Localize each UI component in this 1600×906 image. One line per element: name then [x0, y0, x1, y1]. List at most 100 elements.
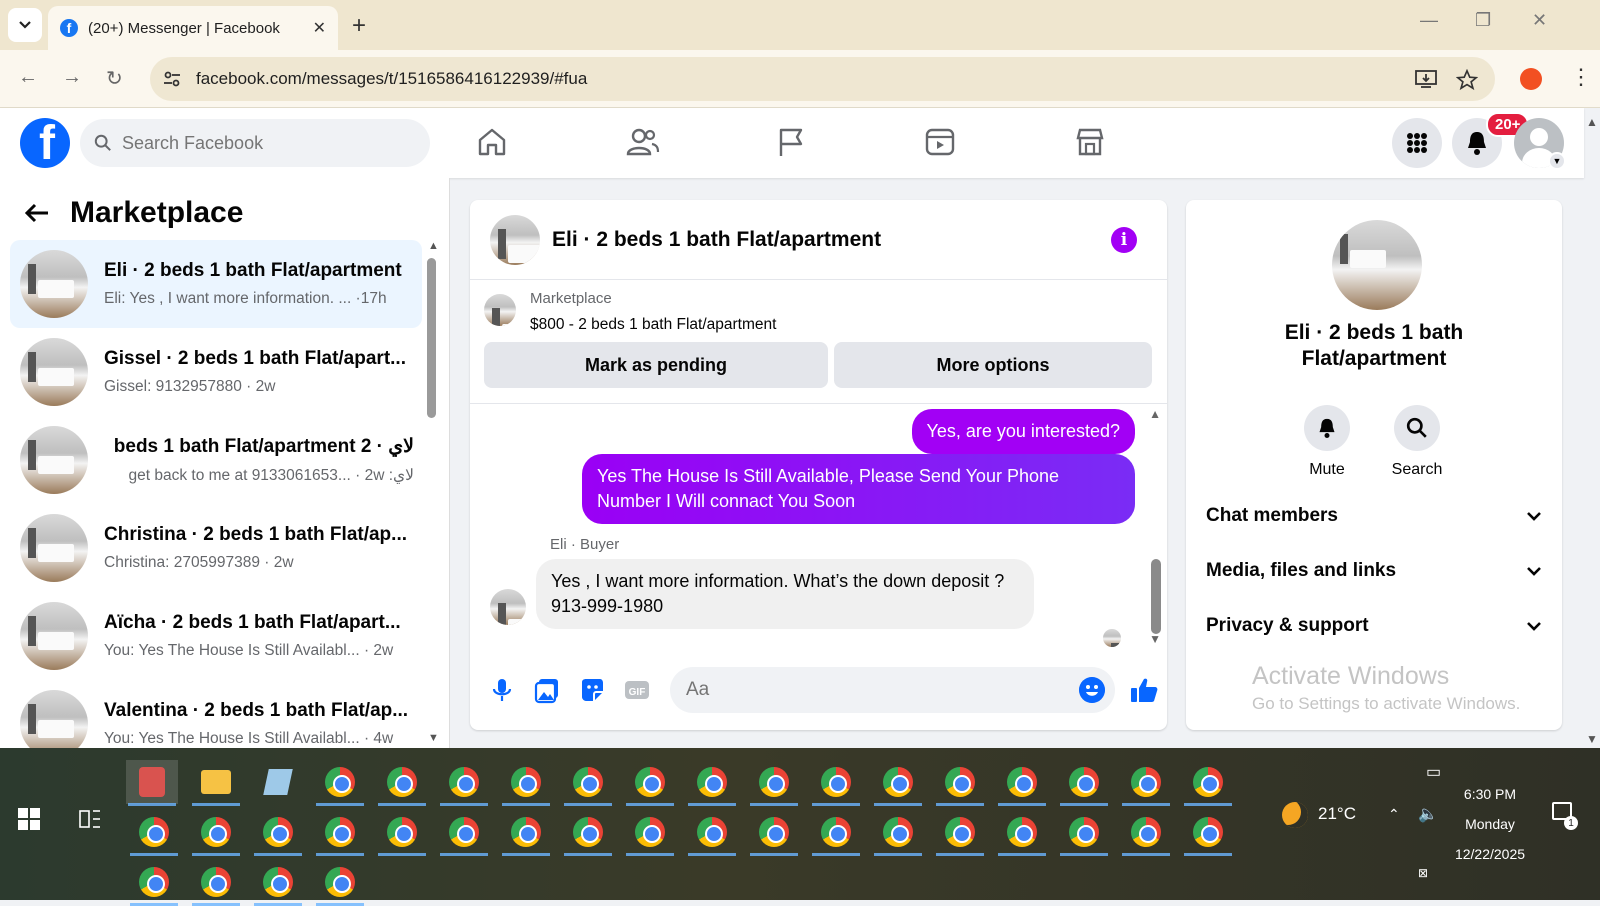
emoji-icon[interactable] [1079, 677, 1105, 703]
taskbar-app-active[interactable] [126, 760, 178, 806]
taskbar-app[interactable] [252, 760, 304, 804]
taskbar-chrome[interactable] [1182, 760, 1234, 806]
info-icon[interactable]: i [1111, 227, 1137, 253]
taskbar-chrome[interactable] [1058, 810, 1110, 856]
restore-button[interactable]: ❐ [1475, 10, 1491, 31]
page-scroll-up-icon[interactable]: ▲ [1586, 115, 1598, 129]
facebook-search-bar[interactable] [80, 119, 430, 167]
new-tab-button[interactable]: + [352, 12, 366, 40]
site-info-icon[interactable] [162, 69, 182, 89]
chat-list-item[interactable]: Eli · 2 beds 1 bath Flat/apartment Eli: … [10, 240, 422, 328]
taskbar-chrome[interactable] [314, 810, 366, 856]
display-icon[interactable]: ▭ [1426, 762, 1441, 782]
clock-date[interactable]: 12/22/2025 [1440, 846, 1540, 862]
taskbar-chrome[interactable] [624, 760, 676, 806]
taskbar-chrome[interactable] [438, 760, 490, 806]
conversation-avatar[interactable] [490, 214, 540, 265]
taskbar-chrome[interactable] [624, 810, 676, 856]
back-button[interactable]: ← [18, 66, 38, 89]
mute-action[interactable]: Mute [1287, 405, 1367, 479]
thread-scroll-down-icon[interactable]: ▼ [1149, 632, 1161, 646]
taskbar-chrome[interactable] [810, 760, 862, 806]
friends-icon[interactable] [626, 126, 660, 158]
list-scroll-up-icon[interactable]: ▲ [428, 240, 439, 252]
browser-menu-icon[interactable]: ⋮ [1570, 64, 1592, 90]
browser-tab-messenger[interactable]: f (20+) Messenger | Facebook ✕ [48, 6, 338, 50]
task-view-icon[interactable] [78, 808, 102, 830]
taskbar-chrome[interactable] [562, 810, 614, 856]
weather-temperature[interactable]: 21°C [1318, 804, 1356, 824]
bookmark-star-icon[interactable] [1456, 69, 1478, 91]
message-input[interactable] [686, 679, 1066, 701]
taskbar-chrome[interactable] [314, 760, 366, 806]
tab-search-button[interactable] [8, 8, 42, 42]
page-scroll-down-icon[interactable]: ▼ [1586, 732, 1598, 746]
microphone-icon[interactable] [488, 676, 516, 704]
account-menu-chevron-icon[interactable]: ▼ [1548, 152, 1566, 170]
network-icon[interactable]: ⊠ [1418, 866, 1428, 880]
home-icon[interactable] [476, 126, 508, 158]
back-arrow-icon[interactable] [24, 202, 50, 224]
facebook-logo-icon[interactable]: f [20, 118, 70, 168]
taskbar-chrome[interactable] [314, 860, 366, 906]
install-app-icon[interactable] [1415, 69, 1437, 89]
taskbar-chrome[interactable] [128, 810, 180, 856]
chat-members-section[interactable]: Chat members [1206, 505, 1542, 527]
windows-start-icon[interactable] [18, 808, 40, 830]
chat-list-item[interactable]: لاي · 2 beds 1 bath Flat/apartment لاي: … [10, 416, 422, 504]
taskbar-chrome[interactable] [1120, 760, 1172, 806]
taskbar-chrome[interactable] [810, 810, 862, 856]
taskbar-chrome[interactable] [376, 810, 428, 856]
taskbar-chrome[interactable] [872, 810, 924, 856]
list-scroll-down-icon[interactable]: ▼ [428, 732, 439, 744]
clock-day[interactable]: Monday [1440, 816, 1540, 832]
chat-list-item[interactable]: Gissel · 2 beds 1 bath Flat/apart... Gis… [10, 328, 422, 416]
chat-list-item[interactable]: Christina · 2 beds 1 bath Flat/ap... Chr… [10, 504, 422, 592]
menu-grid-button[interactable] [1392, 118, 1442, 168]
facebook-search-input[interactable] [122, 132, 402, 154]
taskbar-file-explorer[interactable] [190, 760, 242, 806]
taskbar-chrome[interactable] [996, 760, 1048, 806]
taskbar-chrome[interactable] [1058, 760, 1110, 806]
taskbar-chrome[interactable] [252, 810, 304, 856]
taskbar-chrome[interactable] [686, 760, 738, 806]
taskbar-chrome[interactable] [1182, 810, 1234, 856]
search-action[interactable]: Search [1377, 405, 1457, 479]
taskbar-chrome[interactable] [376, 760, 428, 806]
tray-chevron-up-icon[interactable]: ⌃ [1388, 806, 1400, 823]
taskbar-chrome[interactable] [1120, 810, 1172, 856]
photo-icon[interactable] [533, 676, 561, 704]
like-thumb-icon[interactable] [1129, 676, 1159, 704]
gif-icon[interactable]: GIF [623, 676, 651, 704]
outgoing-message[interactable]: Yes The House Is Still Available, Please… [582, 454, 1135, 525]
taskbar-chrome[interactable] [748, 810, 800, 856]
sticker-icon[interactable] [578, 676, 606, 704]
chat-list-item[interactable]: Aïcha · 2 beds 1 bath Flat/apart... You:… [10, 592, 422, 680]
close-window-button[interactable]: ✕ [1532, 10, 1547, 31]
mark-as-pending-button[interactable]: Mark as pending [484, 342, 828, 388]
conversation-title[interactable]: Eli · 2 beds 1 bath Flat/apartment [552, 228, 881, 252]
taskbar-chrome[interactable] [252, 860, 304, 906]
thread-scrollbar[interactable] [1151, 559, 1161, 634]
address-bar[interactable]: facebook.com/messages/t/1516586416122939… [150, 57, 1495, 101]
taskbar-chrome[interactable] [562, 760, 614, 806]
pages-flag-icon[interactable] [776, 126, 806, 158]
taskbar-chrome[interactable] [500, 810, 552, 856]
listing-price-title[interactable]: $800 - 2 beds 1 bath Flat/apartment [530, 316, 776, 334]
taskbar-chrome[interactable] [996, 810, 1048, 856]
taskbar-chrome[interactable] [500, 760, 552, 806]
marketplace-icon[interactable] [1074, 126, 1106, 158]
incoming-message[interactable]: Yes , I want more information. What’s th… [536, 559, 1034, 630]
taskbar-chrome[interactable] [190, 810, 242, 856]
extension-icon[interactable] [1520, 68, 1542, 90]
forward-button[interactable]: → [62, 66, 82, 89]
reload-button[interactable]: ↻ [106, 66, 123, 91]
privacy-support-section[interactable]: Privacy & support [1206, 615, 1542, 637]
taskbar-chrome[interactable] [748, 760, 800, 806]
taskbar-chrome[interactable] [934, 760, 986, 806]
minimize-button[interactable]: — [1420, 10, 1438, 31]
tab-close-icon[interactable]: ✕ [313, 18, 326, 38]
video-icon[interactable] [924, 126, 956, 158]
thread-scroll-up-icon[interactable]: ▲ [1149, 407, 1161, 421]
outgoing-message[interactable]: Yes, are you interested? [911, 409, 1135, 455]
